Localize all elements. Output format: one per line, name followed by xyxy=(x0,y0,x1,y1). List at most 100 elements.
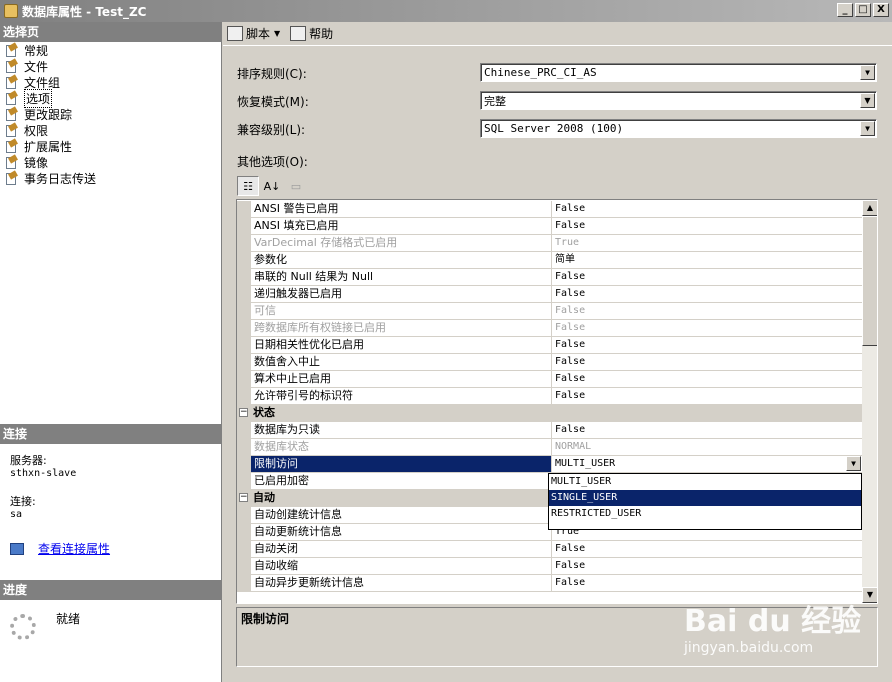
minimize-button[interactable]: _ xyxy=(837,3,853,17)
property-row[interactable]: 参数化 简单 xyxy=(237,252,862,269)
property-row[interactable]: 自动异步更新统计信息 False xyxy=(237,575,862,592)
row-gutter xyxy=(237,473,251,490)
help-button[interactable]: 帮助 xyxy=(290,25,333,42)
property-row[interactable]: 串联的 Null 结果为 Null False xyxy=(237,269,862,286)
script-label: 脚本 xyxy=(246,27,271,41)
collapse-icon[interactable]: − xyxy=(239,493,248,502)
row-gutter xyxy=(237,507,251,524)
dropdown-option[interactable]: RESTRICTED_USER xyxy=(549,506,861,522)
property-value[interactable]: NORMAL xyxy=(551,439,862,456)
property-row[interactable]: 递归触发器已启用 False xyxy=(237,286,862,303)
property-name: ANSI 填充已启用 xyxy=(251,218,551,235)
nav-item-label: 扩展属性 xyxy=(24,139,73,154)
property-row[interactable]: 自动收缩 False xyxy=(237,558,862,575)
property-value[interactable]: False xyxy=(551,575,862,592)
property-row[interactable]: 允许带引号的标识符 False xyxy=(237,388,862,405)
collapse-icon[interactable]: − xyxy=(239,408,248,417)
property-value[interactable]: False xyxy=(551,422,862,439)
nav-item[interactable]: 权限 xyxy=(0,121,221,138)
property-value[interactable]: False xyxy=(551,558,862,575)
property-value-text: False xyxy=(555,356,586,367)
maximize-button[interactable]: □ xyxy=(855,3,871,17)
property-value[interactable]: False xyxy=(551,337,862,354)
script-button[interactable]: 脚本 ▼ xyxy=(227,25,280,42)
chevron-down-icon[interactable]: ▼ xyxy=(274,29,280,38)
property-row[interactable]: ANSI 警告已启用 False xyxy=(237,201,862,218)
chevron-down-icon[interactable]: ▼ xyxy=(846,456,861,471)
property-name: 已启用加密 xyxy=(251,473,551,490)
recovery-select[interactable]: 完整 ▼ xyxy=(480,91,877,110)
close-button[interactable]: X xyxy=(873,3,889,17)
property-value[interactable]: False xyxy=(551,320,862,337)
chevron-down-icon[interactable]: ▼ xyxy=(860,93,875,108)
nav-item[interactable]: 文件 xyxy=(0,57,221,74)
categorized-icon[interactable]: ☷ xyxy=(237,176,259,196)
page-wrench-icon xyxy=(4,41,18,57)
property-row[interactable]: 跨数据库所有权链接已启用 False xyxy=(237,320,862,337)
property-row[interactable]: 数值舍入中止 False xyxy=(237,354,862,371)
property-row[interactable]: 自动关闭 False xyxy=(237,541,862,558)
property-value[interactable]: False xyxy=(551,354,862,371)
property-value[interactable]: False xyxy=(551,286,862,303)
property-row[interactable]: 日期相关性优化已启用 False xyxy=(237,337,862,354)
property-value-text: False xyxy=(555,390,586,401)
row-gutter xyxy=(237,218,251,235)
property-name: 参数化 xyxy=(251,252,551,269)
dropdown-option[interactable]: MULTI_USER xyxy=(549,474,861,490)
property-value[interactable]: 简单 xyxy=(551,252,862,269)
script-icon xyxy=(227,26,243,41)
chevron-down-icon[interactable]: ▼ xyxy=(860,121,875,136)
row-gutter xyxy=(237,541,251,558)
property-value[interactable]: False xyxy=(551,541,862,558)
property-value[interactable]: False xyxy=(551,218,862,235)
property-value[interactable]: False xyxy=(551,371,862,388)
nav-item[interactable]: 更改跟踪 xyxy=(0,105,221,122)
property-value[interactable]: MULTI_USER ▼ xyxy=(551,456,862,473)
category-name: 状态 xyxy=(253,406,275,419)
vertical-scrollbar[interactable]: ▲ ▼ xyxy=(862,200,877,603)
row-gutter xyxy=(237,439,251,456)
nav-item[interactable]: 镜像 xyxy=(0,153,221,170)
collation-value: Chinese_PRC_CI_AS xyxy=(484,66,597,79)
property-value[interactable]: False xyxy=(551,303,862,320)
property-name: 递归触发器已启用 xyxy=(251,286,551,303)
scroll-thumb[interactable] xyxy=(862,216,877,346)
property-row[interactable]: 限制访问 MULTI_USER ▼ xyxy=(237,456,862,473)
view-connection-properties-link[interactable]: 查看连接属性 xyxy=(38,540,110,557)
sort-alpha-icon[interactable]: A↓ xyxy=(261,176,283,196)
category-row[interactable]: − 状态 xyxy=(237,405,862,422)
page-wrench-icon xyxy=(4,73,18,89)
property-value[interactable]: False xyxy=(551,201,862,218)
nav-item[interactable]: 扩展属性 xyxy=(0,137,221,154)
page-nav-list: 常规 文件 文件组 选项 更改跟踪 权限 扩展属性 镜像 事务日志传送 xyxy=(0,41,221,186)
nav-item[interactable]: 常规 xyxy=(0,41,221,58)
property-name: 自动收缩 xyxy=(251,558,551,575)
nav-item[interactable]: 事务日志传送 xyxy=(0,169,221,186)
property-value[interactable]: False xyxy=(551,269,862,286)
property-row[interactable]: 算术中止已启用 False xyxy=(237,371,862,388)
nav-item-label: 镜像 xyxy=(24,155,49,170)
property-name: 数据库状态 xyxy=(251,439,551,456)
property-row[interactable]: VarDecimal 存储格式已启用 True xyxy=(237,235,862,252)
property-pages-icon[interactable]: ▭ xyxy=(285,176,307,196)
property-name: 数值舍入中止 xyxy=(251,354,551,371)
property-name: 自动更新统计信息 xyxy=(251,524,551,541)
dropdown-option[interactable]: SINGLE_USER xyxy=(549,490,861,506)
collation-label: 排序规则(C): xyxy=(237,66,307,81)
grid-toolbar: ☷ A↓ ▭ xyxy=(237,176,307,196)
property-row[interactable]: 可信 False xyxy=(237,303,862,320)
property-row[interactable]: 数据库状态 NORMAL xyxy=(237,439,862,456)
title-bar: 数据库属性 - Test_ZC _ □ X xyxy=(0,0,892,22)
property-row[interactable]: ANSI 填充已启用 False xyxy=(237,218,862,235)
property-value-text: False xyxy=(555,543,586,554)
help-icon xyxy=(290,26,307,41)
property-row[interactable]: 数据库为只读 False xyxy=(237,422,862,439)
property-value[interactable]: True xyxy=(551,235,862,252)
property-value[interactable]: False xyxy=(551,388,862,405)
nav-item[interactable]: 选项 xyxy=(0,88,221,108)
collation-select[interactable]: Chinese_PRC_CI_AS ▼ xyxy=(480,63,877,82)
nav-item-label: 常规 xyxy=(24,43,49,58)
compat-select[interactable]: SQL Server 2008 (100) ▼ xyxy=(480,119,877,138)
chevron-down-icon[interactable]: ▼ xyxy=(860,65,875,80)
scroll-up-icon[interactable]: ▲ xyxy=(862,200,877,216)
